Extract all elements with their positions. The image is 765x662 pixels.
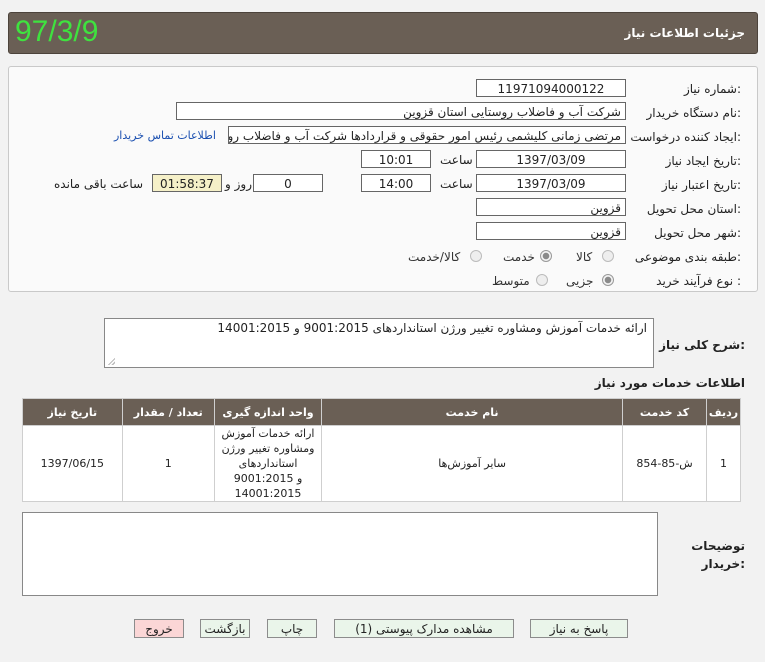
header-date: 97/3/9 xyxy=(15,15,99,48)
city-field: قزوین xyxy=(476,222,626,240)
remaining-time-field: 01:58:37 xyxy=(152,174,222,192)
table-header-row: تاریخ نیاز تعداد / مقدار واحد اندازه گیر… xyxy=(22,398,741,426)
process-label: نوع فرآیند خرید : xyxy=(656,274,741,288)
resize-handle[interactable] xyxy=(107,357,115,365)
validity-date-field: 1397/03/09 xyxy=(476,174,626,192)
category-option-goods-service: کالا/خدمت xyxy=(408,250,461,264)
created-time-label: ساعت xyxy=(440,153,473,167)
view-attachments-button[interactable]: مشاهده مدارک پیوستی (1) xyxy=(334,619,514,638)
cell-unit: ارائه خدمات آموزش ومشاوره تغییر ورژن است… xyxy=(213,425,323,502)
page-title: جزئیات اطلاعات نیاز xyxy=(624,26,745,40)
buyer-field: شرکت آب و فاضلاب روستایی استان قزوین xyxy=(176,102,626,120)
col-need-date: تاریخ نیاز xyxy=(22,398,123,426)
unit-line: ومشاوره تغییر ورژن xyxy=(221,442,315,455)
created-date-field: 1397/03/09 xyxy=(476,150,626,168)
col-quantity: تعداد / مقدار xyxy=(121,398,215,426)
summary-text: ارائه خدمات آموزش ومشاوره تغییر ورژن است… xyxy=(217,321,647,335)
category-radio-service[interactable] xyxy=(540,250,552,262)
validity-time-label: ساعت xyxy=(440,177,473,191)
created-time-field: 10:01 xyxy=(361,150,431,168)
reply-button[interactable]: پاسخ به نیاز xyxy=(530,619,628,638)
cell-need-date: 1397/06/15 xyxy=(22,425,123,502)
cell-quantity: 1 xyxy=(121,425,215,502)
province-field: قزوین xyxy=(476,198,626,216)
need-number-field: 11971094000122 xyxy=(476,79,626,97)
validity-time-field: 14:00 xyxy=(361,174,431,192)
unit-line: استانداردهای xyxy=(238,457,298,470)
summary-label: شرح کلی نیاز: xyxy=(659,338,745,352)
cell-service-code: ش-85-854 xyxy=(621,425,708,502)
unit-line: 14001:2015 xyxy=(234,487,302,500)
remaining-label: ساعت باقی مانده xyxy=(54,177,144,191)
day-and-label: روز و xyxy=(225,177,252,191)
col-unit: واحد اندازه گیری xyxy=(213,398,323,426)
category-option-goods: کالا xyxy=(576,250,593,264)
col-service-code: کد خدمت xyxy=(621,398,708,426)
cell-row-index: 1 xyxy=(706,425,741,502)
col-service-name: نام خدمت xyxy=(321,398,623,426)
unit-line: ارائه خدمات آموزش xyxy=(221,427,315,440)
category-radio-goods-service[interactable] xyxy=(470,250,482,262)
page-header: 97/3/9 جزئیات اطلاعات نیاز xyxy=(8,12,758,54)
back-button[interactable]: بازگشت xyxy=(200,619,250,638)
col-row-index: ردیف xyxy=(706,398,741,426)
process-option-medium: متوسط xyxy=(492,274,530,288)
category-label: طبقه بندی موضوعی: xyxy=(634,250,741,264)
buyer-notes-label: توضیحات خریدار: xyxy=(691,539,745,571)
services-title: اطلاعات خدمات مورد نیاز xyxy=(594,376,745,390)
buyer-contact-link[interactable]: اطلاعات تماس خریدار xyxy=(114,129,216,142)
buyer-notes-box xyxy=(22,512,658,596)
services-table: تاریخ نیاز تعداد / مقدار واحد اندازه گیر… xyxy=(22,398,741,502)
summary-box: ارائه خدمات آموزش ومشاوره تغییر ورژن است… xyxy=(104,318,654,368)
need-number-label: شماره نیاز: xyxy=(683,82,741,96)
remaining-days-field: 0 xyxy=(253,174,323,192)
validity-date-label: تاریخ اعتبار نیاز: xyxy=(661,178,741,192)
province-label: استان محل تحویل: xyxy=(646,202,741,216)
exit-button[interactable]: خروج xyxy=(134,619,184,638)
city-label: شهر محل تحویل: xyxy=(654,226,741,240)
created-date-label: تاریخ ایجاد نیاز: xyxy=(665,154,741,168)
category-option-service: خدمت xyxy=(503,250,535,264)
print-button[interactable]: چاپ xyxy=(267,619,317,638)
process-option-minor: جزیی xyxy=(566,274,594,288)
cell-service-name: سایر آموزش‌ها xyxy=(321,425,623,502)
category-radio-goods[interactable] xyxy=(602,250,614,262)
process-radio-minor[interactable] xyxy=(602,274,614,286)
process-radio-medium[interactable] xyxy=(536,274,548,286)
buyer-label: نام دستگاه خریدار: xyxy=(646,106,742,120)
requester-field: مرتضی زمانی کلیشمی رئیس امور حقوقی و قرا… xyxy=(228,126,626,144)
unit-line: 9001:2015 و xyxy=(233,472,303,485)
table-row: 1397/06/15 1 ارائه خدمات آموزش ومشاوره ت… xyxy=(22,425,741,502)
requester-label: ایجاد کننده درخواست: xyxy=(630,130,741,144)
